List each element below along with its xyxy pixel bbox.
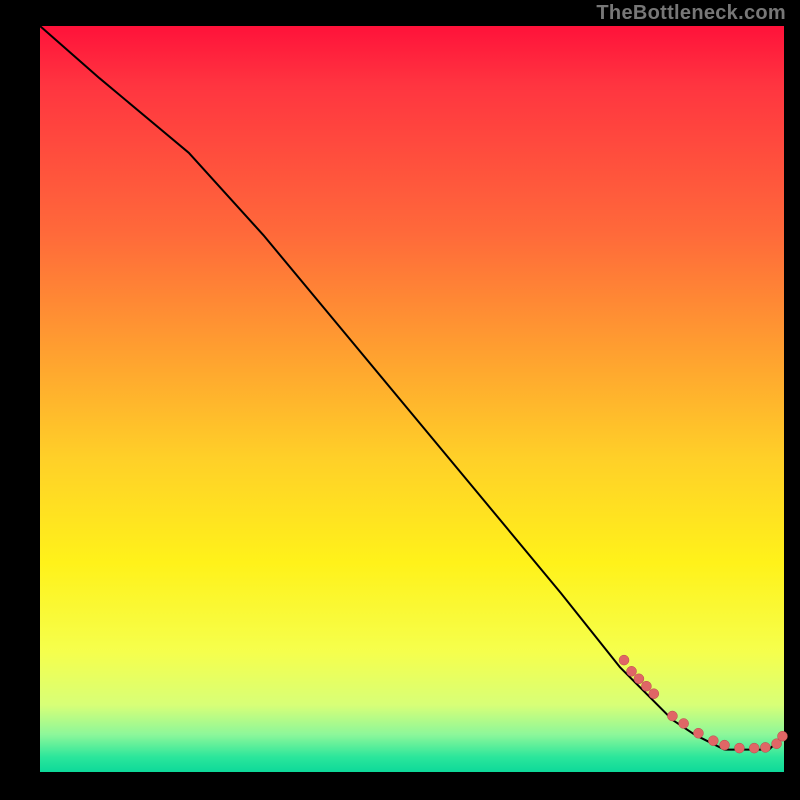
data-marker — [641, 681, 651, 691]
bottleneck-curve — [40, 26, 784, 750]
gradient-plot-area — [40, 26, 784, 772]
plot-overlay-svg — [40, 26, 784, 772]
chart-frame: TheBottleneck.com — [0, 0, 800, 800]
data-marker — [619, 655, 629, 665]
data-marker — [708, 736, 718, 746]
data-marker — [760, 742, 770, 752]
data-marker — [720, 740, 730, 750]
data-marker — [749, 743, 759, 753]
data-marker — [627, 666, 637, 676]
data-marker — [667, 711, 677, 721]
data-marker — [693, 728, 703, 738]
data-marker — [734, 743, 744, 753]
data-marker — [634, 674, 644, 684]
data-marker — [649, 689, 659, 699]
data-marker — [679, 719, 689, 729]
data-marker — [778, 731, 788, 741]
attribution-label: TheBottleneck.com — [596, 2, 786, 25]
